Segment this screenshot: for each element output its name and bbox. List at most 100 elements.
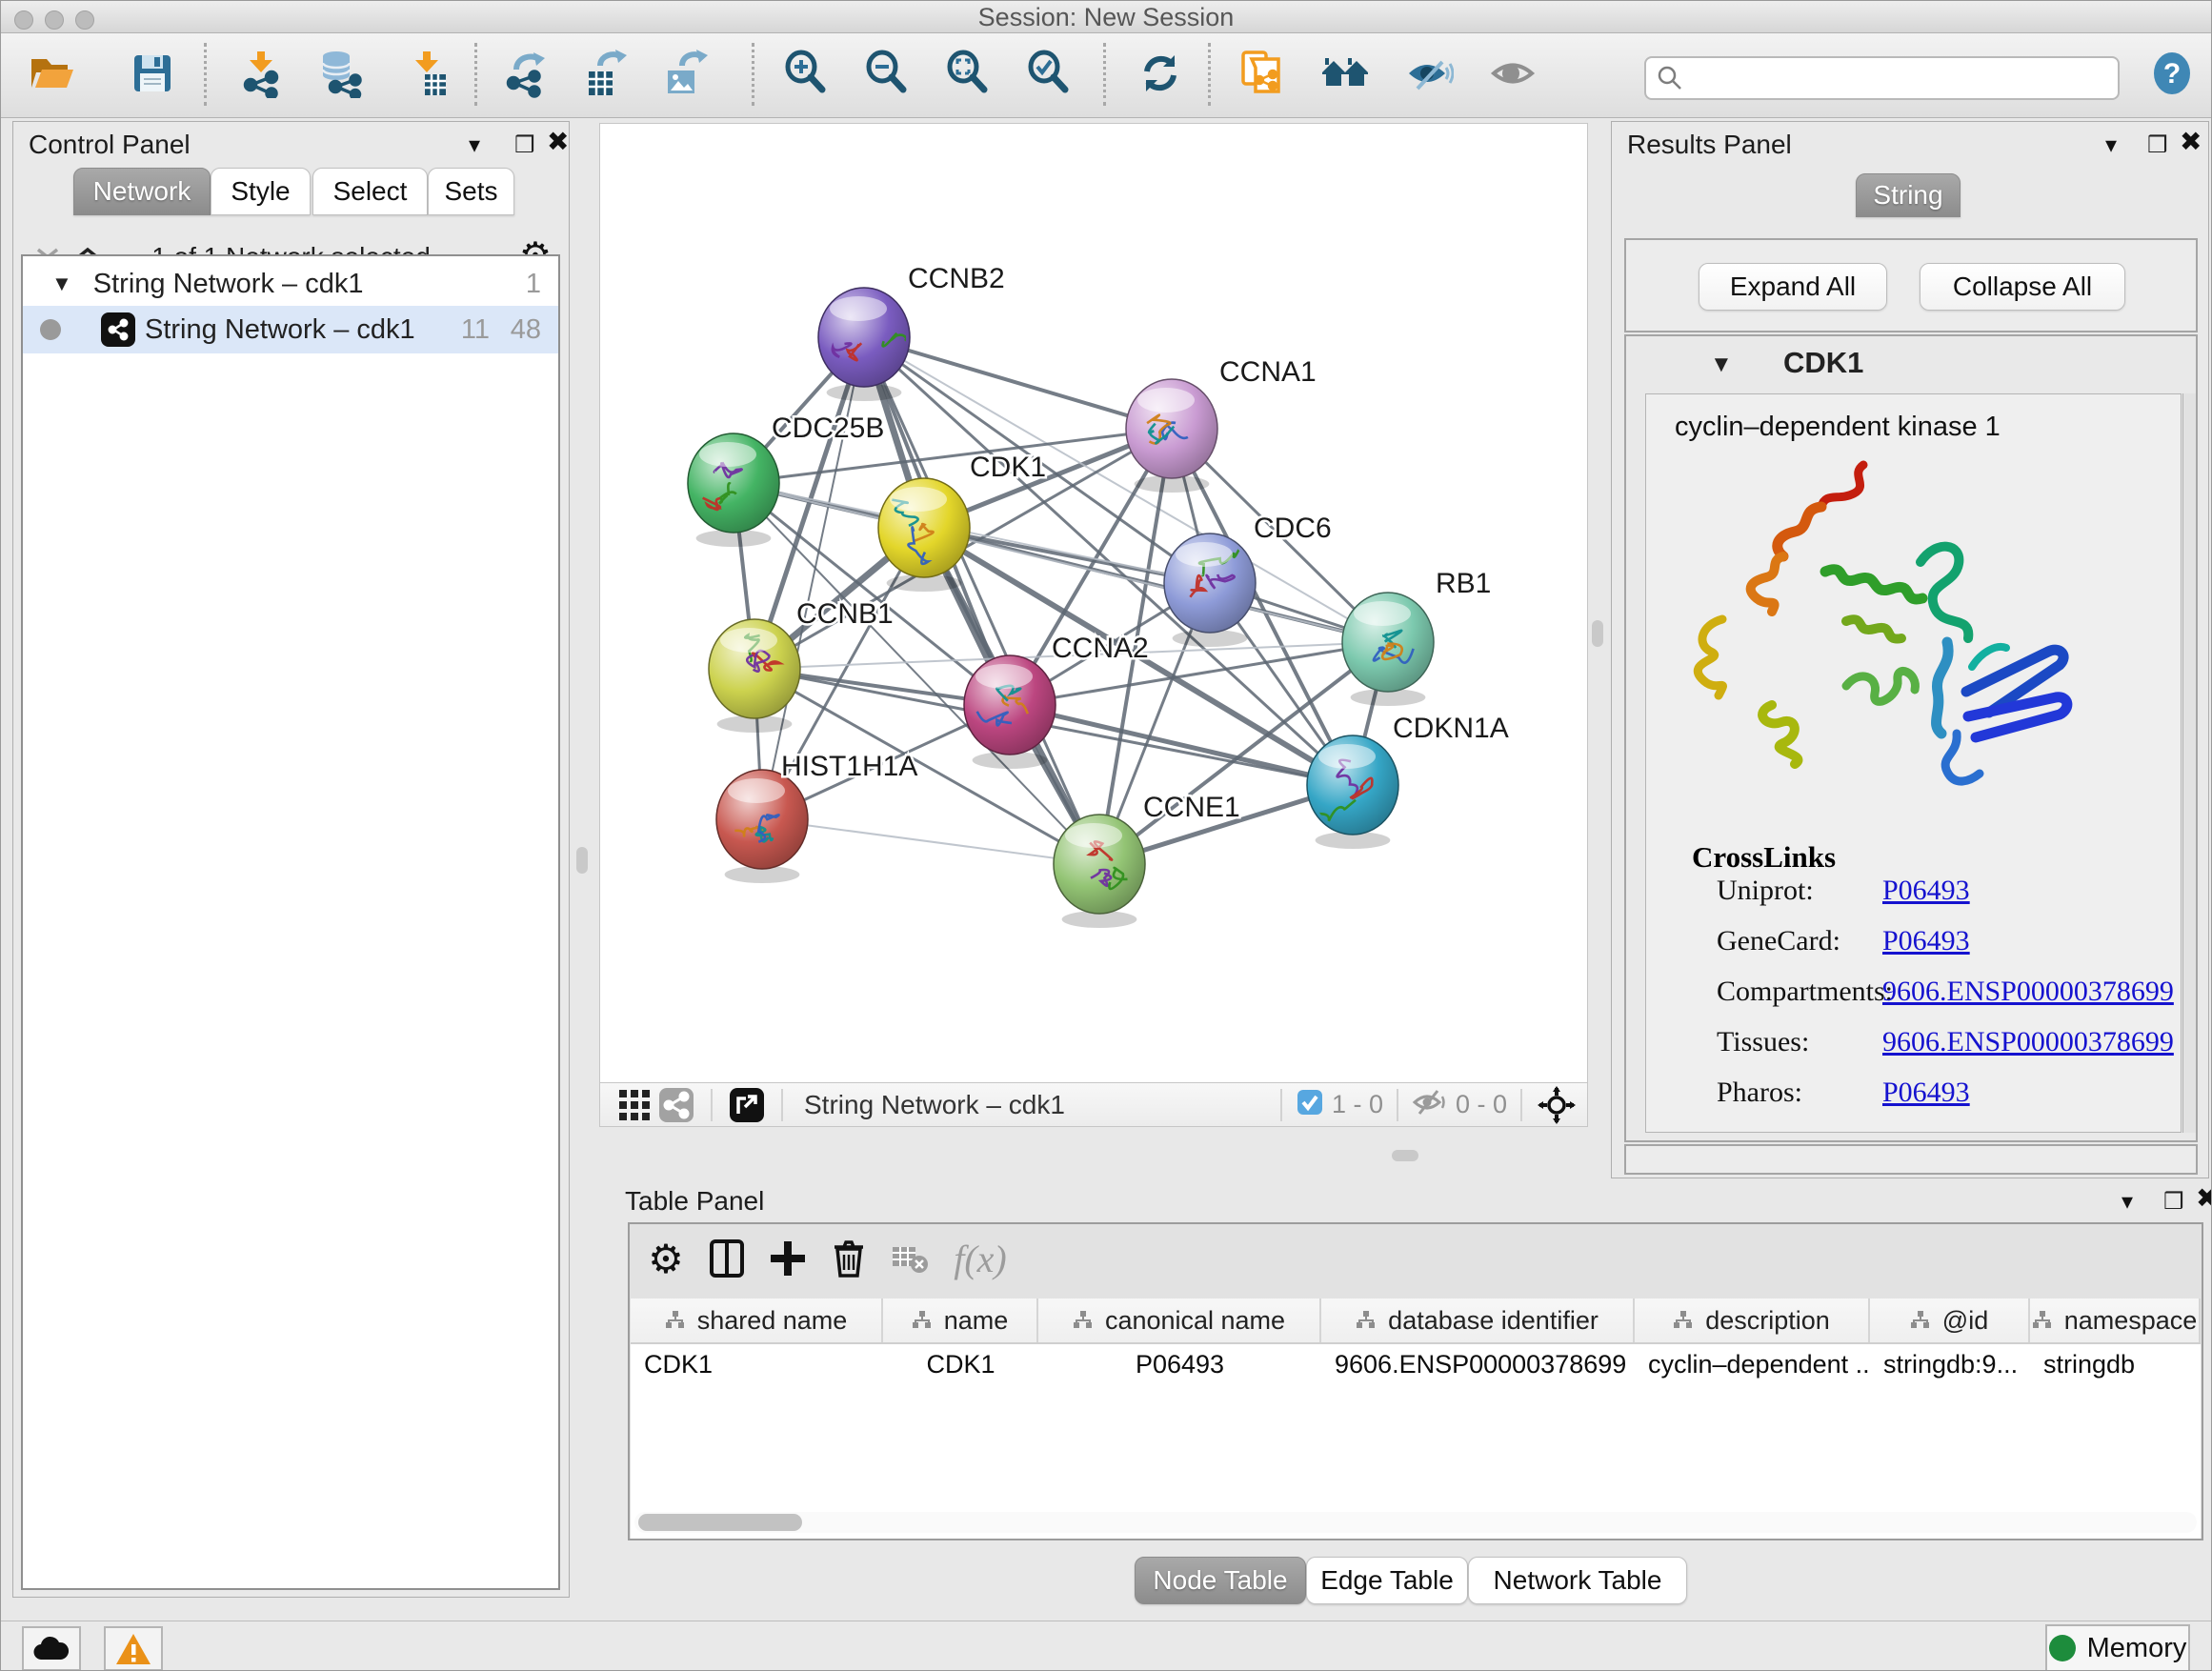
app-window: Session: New Session bbox=[0, 0, 2212, 1671]
table-cell[interactable]: CDK1 bbox=[631, 1344, 883, 1384]
network-node-CCNE1[interactable]: CCNE1 bbox=[1054, 792, 1240, 928]
search-field[interactable] bbox=[1692, 63, 2118, 94]
first-neighbors-button[interactable] bbox=[1319, 49, 1371, 102]
warnings-button[interactable] bbox=[104, 1626, 163, 1671]
export-table-button[interactable] bbox=[580, 49, 632, 102]
hide-selected-button[interactable] bbox=[1403, 49, 1455, 102]
tab-style[interactable]: Style bbox=[211, 168, 311, 215]
function-builder-icon[interactable]: f(x) bbox=[942, 1234, 1018, 1283]
tab-node-table[interactable]: Node Table bbox=[1135, 1557, 1306, 1604]
export-network-button[interactable] bbox=[500, 49, 552, 102]
zoom-fit-button[interactable] bbox=[942, 49, 994, 102]
detach-view-icon[interactable] bbox=[726, 1087, 768, 1123]
column-header-shared-name[interactable]: shared name bbox=[631, 1299, 883, 1342]
network-node-CCNA1[interactable]: CCNA1 bbox=[1126, 356, 1317, 493]
share-view-icon[interactable] bbox=[655, 1087, 697, 1123]
open-session-button[interactable] bbox=[26, 49, 77, 102]
refresh-button[interactable] bbox=[1135, 49, 1186, 102]
column-header-database-identifier[interactable]: database identifier bbox=[1321, 1299, 1635, 1342]
cloud-button[interactable] bbox=[22, 1626, 81, 1671]
zoom-out-button[interactable] bbox=[861, 49, 913, 102]
vertical-splitter-handle[interactable] bbox=[576, 847, 588, 874]
column-type-icon bbox=[912, 1310, 933, 1331]
tab-select[interactable]: Select bbox=[312, 168, 428, 215]
scrollbar-thumb[interactable] bbox=[638, 1514, 802, 1531]
memory-button[interactable]: Memory bbox=[2045, 1624, 2190, 1671]
table-cell[interactable]: stringdb:9... bbox=[1870, 1344, 2030, 1384]
crosslink-link[interactable]: 9606.ENSP00000378699 bbox=[1882, 1026, 2174, 1058]
toolbar-separator bbox=[781, 1089, 783, 1121]
save-session-button[interactable] bbox=[127, 49, 178, 102]
gene-section-header[interactable]: ▼ CDK1 bbox=[1626, 346, 2196, 388]
network-node-RB1[interactable]: RB1 bbox=[1342, 568, 1491, 706]
column-header-@id[interactable]: @id bbox=[1870, 1299, 2030, 1342]
crosslink-link[interactable]: P06493 bbox=[1882, 925, 1970, 957]
grid-view-icon[interactable] bbox=[613, 1087, 655, 1123]
network-collection-row[interactable]: ▼ String Network – cdk1 1 bbox=[23, 260, 558, 308]
node-table[interactable]: shared namenamecanonical namedatabase id… bbox=[631, 1299, 2201, 1539]
tree-expander-icon[interactable]: ▼ bbox=[51, 272, 72, 296]
column-header-description[interactable]: description bbox=[1635, 1299, 1870, 1342]
export-image-button[interactable] bbox=[660, 49, 712, 102]
panel-float-icon[interactable]: ❒ bbox=[2147, 131, 2168, 159]
hidden-eye-icon[interactable] bbox=[1412, 1087, 1448, 1122]
birds-eye-view-icon[interactable] bbox=[1536, 1087, 1578, 1123]
network-node-HIST1H1A[interactable]: HIST1H1A bbox=[716, 751, 917, 883]
section-collapse-icon[interactable]: ▼ bbox=[1710, 352, 1733, 378]
horizontal-splitter-handle[interactable] bbox=[1392, 1150, 1418, 1161]
delete-column-icon[interactable] bbox=[824, 1234, 874, 1283]
panel-float-icon[interactable]: ❒ bbox=[514, 131, 535, 159]
show-all-button[interactable] bbox=[1487, 49, 1538, 102]
tab-string[interactable]: String bbox=[1856, 173, 1961, 217]
table-cell[interactable]: CDK1 bbox=[883, 1344, 1038, 1384]
tab-edge-table[interactable]: Edge Table bbox=[1306, 1557, 1468, 1604]
crosslink-link[interactable]: P06493 bbox=[1882, 875, 1970, 907]
tab-network[interactable]: Network bbox=[73, 168, 211, 215]
expand-all-button[interactable]: Expand All bbox=[1699, 263, 1887, 311]
panel-menu-icon[interactable]: ▾ bbox=[2105, 131, 2117, 159]
import-network-file-button[interactable] bbox=[235, 49, 287, 102]
search-input[interactable] bbox=[1644, 56, 2120, 100]
table-options-gear-icon[interactable]: ⚙ bbox=[641, 1234, 691, 1283]
table-cell[interactable]: cyclin–dependent ... bbox=[1635, 1344, 1870, 1384]
vertical-splitter-handle[interactable] bbox=[1592, 620, 1603, 647]
collapse-all-button[interactable]: Collapse All bbox=[1920, 263, 2125, 311]
network-node-CCNB1[interactable]: CCNB1 bbox=[709, 598, 894, 733]
tab-sets[interactable]: Sets bbox=[428, 168, 514, 215]
panel-menu-icon[interactable]: ▾ bbox=[2122, 1188, 2133, 1216]
import-table-button[interactable] bbox=[401, 49, 452, 102]
network-node-CDC6[interactable]: CDC6 bbox=[1164, 513, 1332, 647]
table-horizontal-scrollbar[interactable] bbox=[634, 1512, 2197, 1533]
panel-close-icon[interactable]: ✖ bbox=[2180, 126, 2202, 157]
clone-network-button[interactable] bbox=[1235, 49, 1286, 102]
network-node-CDKN1A[interactable]: CDKN1A bbox=[1306, 713, 1508, 849]
results-panel: Results Panel ▾ ❒ ✖ String Expand All Co… bbox=[1611, 121, 2209, 1178]
network-row[interactable]: String Network – cdk1 11 48 bbox=[23, 306, 558, 353]
table-cell[interactable]: 9606.ENSP00000378699 bbox=[1321, 1344, 1635, 1384]
results-scrollbar[interactable] bbox=[2182, 393, 2196, 1133]
import-network-database-button[interactable] bbox=[315, 49, 367, 102]
panel-close-icon[interactable]: ✖ bbox=[547, 126, 569, 157]
column-header-namespace[interactable]: namespace bbox=[2030, 1299, 2201, 1342]
crosslink-link[interactable]: P06493 bbox=[1882, 1077, 1970, 1109]
column-header-canonical-name[interactable]: canonical name bbox=[1038, 1299, 1321, 1342]
selected-checkbox-icon[interactable] bbox=[1296, 1088, 1324, 1121]
column-header-name[interactable]: name bbox=[883, 1299, 1038, 1342]
panel-float-icon[interactable]: ❒ bbox=[2163, 1188, 2184, 1216]
table-cell[interactable]: P06493 bbox=[1038, 1344, 1321, 1384]
tab-network-table[interactable]: Network Table bbox=[1468, 1557, 1687, 1604]
help-button[interactable]: ? bbox=[2146, 49, 2198, 102]
memory-label: Memory bbox=[2087, 1633, 2187, 1664]
delete-table-icon[interactable] bbox=[885, 1234, 935, 1283]
network-canvas[interactable]: CCNB2CCNA1CDC25BCDK1CDC6RB1CCNB1CCNA2CDK… bbox=[599, 123, 1588, 1083]
table-row[interactable]: CDK1CDK1P064939606.ENSP00000378699cyclin… bbox=[631, 1344, 2201, 1384]
panel-menu-icon[interactable]: ▾ bbox=[469, 131, 480, 159]
string-network-graph[interactable]: CCNB2CCNA1CDC25BCDK1CDC6RB1CCNB1CCNA2CDK… bbox=[600, 124, 1587, 1082]
panel-close-icon[interactable]: ✖ bbox=[2196, 1182, 2212, 1214]
show-columns-icon[interactable] bbox=[702, 1234, 752, 1283]
table-cell[interactable]: stringdb bbox=[2030, 1344, 2201, 1384]
zoom-in-button[interactable] bbox=[780, 49, 832, 102]
zoom-selected-button[interactable] bbox=[1023, 49, 1075, 102]
crosslink-link[interactable]: 9606.ENSP00000378699 bbox=[1882, 976, 2174, 1008]
add-column-icon[interactable] bbox=[763, 1234, 813, 1283]
